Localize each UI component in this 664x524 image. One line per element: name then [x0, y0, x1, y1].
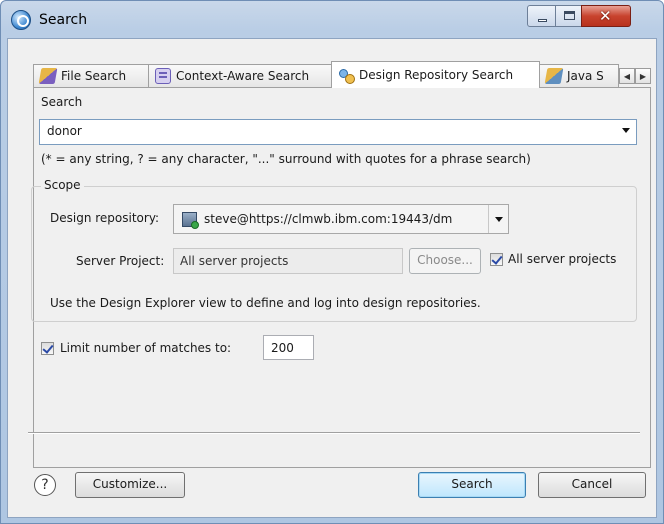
help-icon: ? — [41, 477, 49, 493]
repository-info-text: Use the Design Explorer view to define a… — [50, 296, 481, 310]
search-label: Search — [41, 95, 83, 109]
tab-design-repository-search[interactable]: Design Repository Search — [331, 61, 540, 88]
search-input[interactable]: donor — [39, 119, 637, 145]
help-button[interactable]: ? — [34, 474, 56, 496]
limit-matches-checkbox[interactable] — [41, 342, 54, 355]
tab-file-search[interactable]: File Search — [33, 64, 149, 87]
java-search-icon — [544, 68, 564, 84]
cancel-button[interactable]: Cancel — [538, 472, 646, 498]
window-title: Search — [39, 12, 88, 28]
design-repository-value: steve@https://clmwb.ibm.com:19443/dm — [204, 212, 453, 226]
limit-matches-value: 200 — [271, 341, 294, 355]
maximize-button[interactable] — [555, 5, 582, 27]
file-search-icon — [38, 68, 58, 84]
minimize-button[interactable] — [527, 5, 556, 27]
chevron-left-icon: ◀ — [623, 71, 631, 81]
limit-matches-input[interactable]: 200 — [263, 335, 314, 360]
all-server-projects-checkbox[interactable] — [490, 253, 503, 266]
tab-label: Context-Aware Search — [176, 69, 310, 83]
choose-button-label: Choose... — [417, 253, 473, 267]
title-bar[interactable]: Search ✕ — [1, 1, 663, 39]
search-input-value: donor — [47, 124, 82, 138]
footer-separator — [28, 432, 640, 434]
tab-java-search[interactable]: Java S — [539, 64, 619, 87]
maximize-icon — [564, 11, 575, 20]
search-button[interactable]: Search — [418, 472, 526, 498]
chevron-down-icon[interactable] — [488, 205, 508, 233]
customize-button-label: Customize... — [92, 477, 168, 491]
scope-group-title: Scope — [41, 178, 84, 192]
server-project-field: All server projects — [173, 248, 403, 274]
search-hint: (* = any string, ? = any character, "...… — [41, 152, 531, 166]
tab-scroll-left-button[interactable]: ◀ — [619, 68, 635, 84]
chevron-right-icon: ▶ — [639, 71, 647, 81]
design-repository-label: Design repository: — [50, 211, 160, 225]
close-icon: ✕ — [599, 7, 612, 25]
search-button-label: Search — [451, 477, 493, 491]
repository-search-icon — [338, 67, 355, 84]
repository-server-icon — [182, 212, 199, 229]
limit-matches-label: Limit number of matches to: — [60, 341, 232, 355]
server-project-label: Server Project: — [76, 254, 165, 268]
all-server-projects-label: All server projects — [508, 252, 617, 266]
tab-label: Design Repository Search — [359, 68, 514, 82]
customize-button[interactable]: Customize... — [75, 472, 185, 498]
tab-label: Java S — [567, 69, 604, 83]
minimize-icon — [538, 19, 547, 22]
choose-button[interactable]: Choose... — [409, 248, 481, 274]
tab-label: File Search — [61, 69, 127, 83]
design-repository-select[interactable]: steve@https://clmwb.ibm.com:19443/dm — [173, 204, 509, 234]
context-search-icon — [155, 68, 171, 84]
close-button[interactable]: ✕ — [581, 5, 631, 27]
tab-strip: File Search Context-Aware Search Design … — [33, 61, 651, 88]
server-project-value: All server projects — [180, 254, 289, 268]
search-app-icon — [11, 10, 31, 30]
tab-context-aware-search[interactable]: Context-Aware Search — [148, 64, 332, 87]
tab-scroll-right-button[interactable]: ▶ — [635, 68, 651, 84]
dropdown-arrow-icon[interactable] — [622, 128, 630, 133]
cancel-button-label: Cancel — [571, 477, 613, 491]
